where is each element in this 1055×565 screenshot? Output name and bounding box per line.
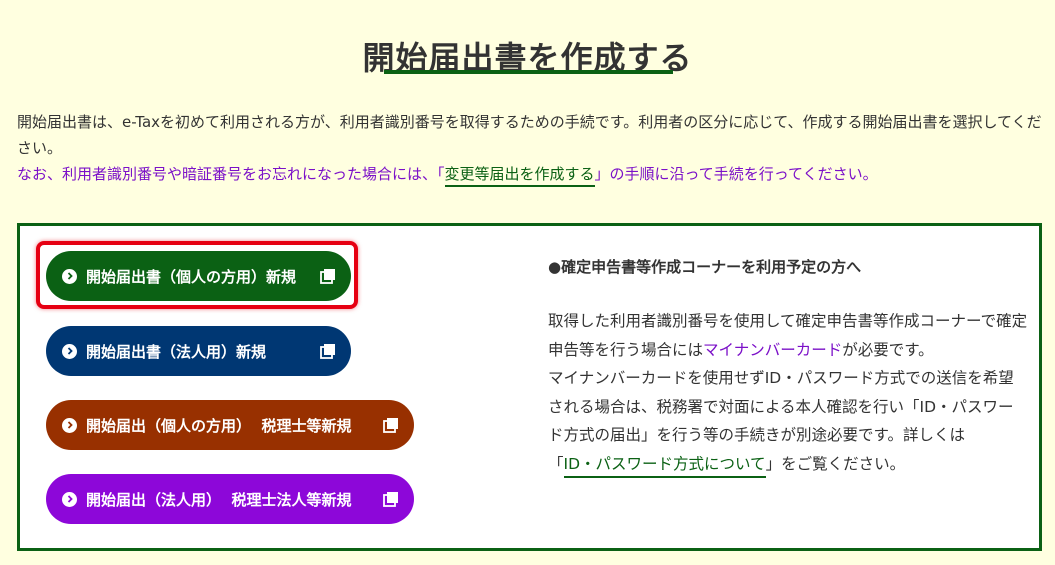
intro-line-1: 開始届出書は、e-Taxを初めて利用される方が、利用者識別番号を取得するための手… [17,113,1042,157]
id-password-method-link[interactable]: ID・パスワード方式について [563,454,766,478]
corporation-new-label: 開始届出書（法人用）新規 [86,342,267,361]
chevron-right-icon [62,343,77,359]
info-text-4: 「 [548,454,564,473]
individual-new-button[interactable]: 開始届出書（個人の方用）新規 [46,251,351,301]
new-window-icon [383,418,398,433]
info-text-2: が必要です。 [842,340,934,359]
corporation-tax-accountant-new-button[interactable]: 開始届出（法人用） 税理士法人等新規 [46,474,414,524]
info-body: 取得した利用者識別番号を使用して確定申告書等作成コーナーで確定申告等を行う場合に… [548,307,1028,478]
info-column: ●確定申告書等作成コーナーを利用予定の方へ 取得した利用者識別番号を使用して確定… [548,256,1028,478]
form-selection-panel: 開始届出書（個人の方用）新規 開始届出書（法人用）新規 開始届出（個人の方用） … [17,223,1042,551]
intro-text: 開始届出書は、e-Taxを初めて利用される方が、利用者識別番号を取得するための手… [17,109,1042,187]
intro-line-2-prefix: なお、利用者識別番号や暗証番号をお忘れになった場合には、「 [17,165,445,183]
individual-tax-accountant-new-button[interactable]: 開始届出（個人の方用） 税理士等新規 [46,400,414,450]
corporation-new-button[interactable]: 開始届出書（法人用）新規 [46,326,351,376]
intro-line-2-suffix: 」の手順に沿って手続を行ってください。 [594,165,878,183]
new-window-icon [320,344,335,359]
chevron-right-icon [62,417,77,433]
intro-line-2: なお、利用者識別番号や暗証番号をお忘れになった場合には、「変更等届出を作成する」… [17,161,1042,187]
individual-new-label: 開始届出書（個人の方用）新規 [86,267,297,286]
mynumber-card-text: マイナンバーカード [703,340,843,359]
chevron-right-icon [62,491,77,507]
individual-tax-accountant-new-label: 開始届出（個人の方用） 税理士等新規 [86,416,352,435]
new-window-icon [383,492,398,507]
info-heading: ●確定申告書等作成コーナーを利用予定の方へ [548,258,862,276]
title-underline [384,70,673,74]
info-text-3: マイナンバーカードを使用せずID・パスワード方式での送信を希望される場合は、税務… [548,369,1014,444]
chevron-right-icon [62,268,77,284]
info-text-5: 」をご覧ください。 [765,454,906,473]
change-notification-link[interactable]: 変更等届出を作成する [444,165,595,187]
new-window-icon [320,269,335,284]
corporation-tax-accountant-new-label: 開始届出（法人用） 税理士法人等新規 [86,490,352,509]
